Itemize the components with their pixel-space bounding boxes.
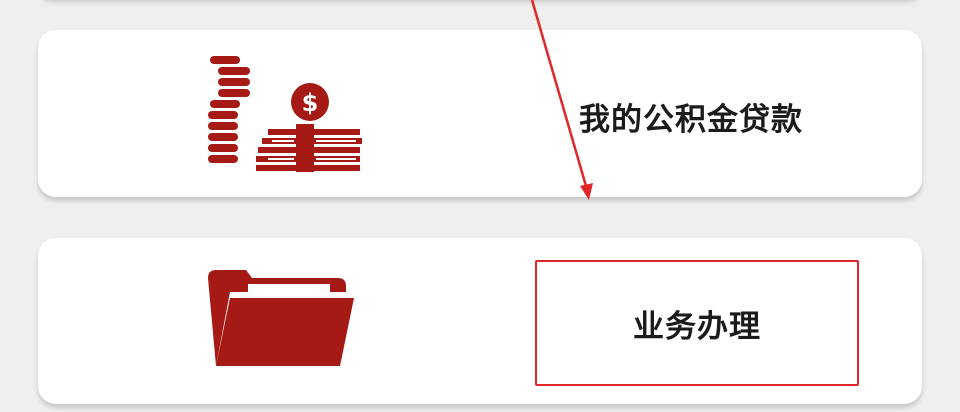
highlight-box: 业务办理	[535, 260, 859, 386]
business-menu-label: 业务办理	[633, 308, 761, 345]
menu-card-my-provident-fund-loan[interactable]: $ 我的公积金贷款	[38, 30, 922, 197]
loan-menu-label: 我的公积金贷款	[579, 102, 803, 138]
folder-icon	[208, 270, 360, 374]
menu-card-business-handling[interactable]: 业务办理	[38, 238, 922, 404]
coins-money-icon: $	[206, 56, 366, 174]
svg-text:$: $	[302, 89, 319, 117]
